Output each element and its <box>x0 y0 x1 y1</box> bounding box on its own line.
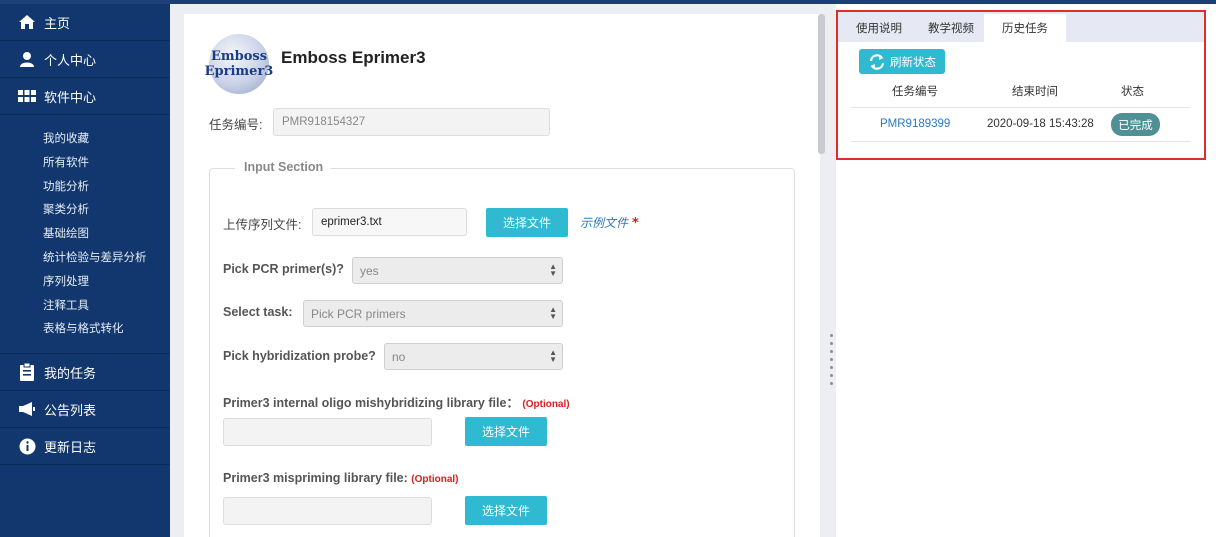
library-file-field[interactable] <box>223 418 432 446</box>
sidebar-item-label: 公告列表 <box>44 403 97 419</box>
panel-splitter[interactable] <box>827 4 836 537</box>
submenu-item[interactable]: 表格与格式转化 <box>0 317 170 341</box>
mispriming-file-label-text: Primer3 mispriming library file: <box>223 471 408 485</box>
example-file-link[interactable]: 示例文件 <box>580 214 628 231</box>
sidebar-item-my-tasks[interactable]: 我的任务 <box>0 354 170 392</box>
software-submenu: 我的收藏 所有软件 功能分析 聚类分析 基础绘图 统计检验与差异分析 序列处理 … <box>0 115 170 355</box>
grid-icon <box>18 87 36 105</box>
sidebar-item-home[interactable]: 主页 <box>0 4 170 41</box>
splitter-handle-icon[interactable] <box>830 334 833 390</box>
page-title: Emboss Eprimer3 <box>281 48 426 67</box>
sidebar: 主页 个人中心 软件中心 我的收藏 所有软件 功能分析 聚类分析 基础绘图 统计… <box>0 4 170 537</box>
select-task-label: Select task: <box>223 305 293 319</box>
upload-file-field[interactable]: eprimer3.txt <box>312 208 467 236</box>
optional-tag: (Optional) <box>411 474 459 485</box>
submenu-item[interactable]: 统计检验与差异分析 <box>0 246 170 270</box>
hyb-probe-select[interactable]: no ▲ ▼ <box>384 343 563 370</box>
sidebar-item-announcements[interactable]: 公告列表 <box>0 391 170 429</box>
info-icon <box>18 437 36 455</box>
section-legend: Input Section <box>235 160 330 174</box>
choose-library-file-button[interactable]: 选择文件 <box>465 417 547 446</box>
task-id-field[interactable]: PMR918154327 <box>273 108 550 136</box>
choose-file-button[interactable]: 选择文件 <box>486 208 568 237</box>
highlight-box <box>836 10 1206 160</box>
select-value: Pick PCR primers <box>311 306 406 321</box>
library-file-label-text: Primer3 internal oligo mishybridizing li… <box>223 396 519 410</box>
pick-pcr-select[interactable]: yes ▲ ▼ <box>352 257 563 284</box>
select-value: no <box>392 349 406 364</box>
hyb-probe-label: Pick hybridization probe? <box>223 349 376 363</box>
submenu-item[interactable]: 注释工具 <box>0 294 170 318</box>
megaphone-icon <box>18 400 36 418</box>
submenu-item[interactable]: 基础绘图 <box>0 222 170 246</box>
optional-tag: (Optional) <box>522 399 570 410</box>
pick-pcr-label: Pick PCR primer(s)? <box>223 262 344 276</box>
logo-text: Eprimer3 <box>204 64 274 79</box>
submenu-item[interactable]: 聚类分析 <box>0 198 170 222</box>
submenu-item[interactable]: 序列处理 <box>0 270 170 294</box>
mispriming-file-field[interactable] <box>223 497 432 525</box>
select-arrows-icon: ▲ ▼ <box>549 262 557 278</box>
submenu-item[interactable]: 功能分析 <box>0 175 170 199</box>
clipboard-icon <box>18 363 36 382</box>
select-task-select[interactable]: Pick PCR primers ▲ ▼ <box>303 300 563 327</box>
sidebar-item-label: 我的任务 <box>44 366 97 382</box>
sidebar-item-label: 软件中心 <box>44 90 97 106</box>
user-icon <box>18 50 36 68</box>
select-arrows-icon: ▲ ▼ <box>549 305 557 321</box>
task-id-label: 任务编号: <box>209 118 263 132</box>
sidebar-item-label: 主页 <box>44 16 71 32</box>
app-logo: Emboss Eprimer3 <box>205 34 273 94</box>
upload-label: 上传序列文件: <box>223 218 302 232</box>
logo-text: Emboss <box>210 49 268 64</box>
submenu-item[interactable]: 所有软件 <box>0 151 170 175</box>
sidebar-item-software[interactable]: 软件中心 <box>0 78 170 115</box>
library-file-label: Primer3 internal oligo mishybridizing li… <box>223 392 570 411</box>
select-value: yes <box>360 263 379 278</box>
mispriming-file-label: Primer3 mispriming library file: (Option… <box>223 471 459 485</box>
home-icon <box>18 13 36 31</box>
choose-mispriming-file-button[interactable]: 选择文件 <box>465 496 547 525</box>
sidebar-item-label: 个人中心 <box>44 53 97 69</box>
submenu-item[interactable]: 我的收藏 <box>0 127 170 151</box>
sidebar-item-profile[interactable]: 个人中心 <box>0 41 170 78</box>
sidebar-item-label: 更新日志 <box>44 440 97 456</box>
select-arrows-icon: ▲ ▼ <box>549 348 557 364</box>
sidebar-item-changelog[interactable]: 更新日志 <box>0 428 170 466</box>
main-scrollbar[interactable] <box>818 14 825 154</box>
required-mark: * <box>632 216 639 231</box>
